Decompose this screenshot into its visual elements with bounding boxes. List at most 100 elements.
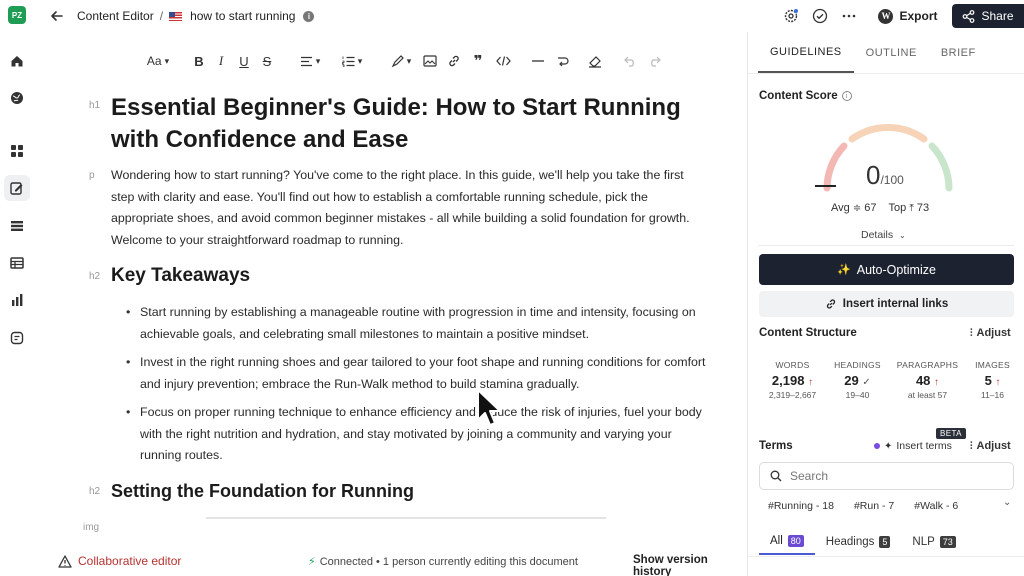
avg-icon: ≑ — [852, 203, 862, 214]
highlight-dropdown[interactable]: ▾ — [384, 50, 418, 72]
link-icon[interactable] — [442, 50, 466, 72]
export-button[interactable]: W Export — [870, 4, 946, 28]
content-editor-icon[interactable] — [4, 175, 30, 201]
bold-button[interactable]: B — [188, 50, 210, 72]
term-chip[interactable]: #Run - 7 — [854, 500, 894, 512]
analytics-chart-icon[interactable] — [4, 287, 30, 313]
guidelines-panel: GUIDELINES OUTLINE BRIEF Content Score i… — [747, 32, 1024, 576]
block-tag-h1: h1 — [89, 100, 101, 111]
block-tag-h2: h2 — [89, 271, 101, 282]
workspace-logo[interactable]: PZ — [8, 6, 26, 24]
filter-tab-nlp[interactable]: NLP 73 — [901, 529, 966, 555]
foundation-heading[interactable]: Setting the Foundation for Running — [111, 481, 414, 502]
top-arrow-icon: ⤒ — [909, 203, 914, 214]
key-takeaways-heading[interactable]: Key Takeaways — [111, 265, 250, 287]
top-bar: PZ Content Editor / how to start running… — [0, 0, 1024, 32]
terms-adjust-button[interactable]: ⫶ Adjust — [970, 440, 1011, 452]
tab-guidelines[interactable]: GUIDELINES — [758, 32, 854, 73]
collaborative-editor-warning[interactable]: Collaborative editor — [58, 554, 181, 568]
internal-links-label: Insert internal links — [842, 298, 949, 310]
takeaways-list: Start running by establishing a manageab… — [126, 302, 706, 473]
share-button[interactable]: Share — [952, 4, 1024, 28]
home-icon[interactable] — [4, 48, 30, 74]
numbered-list-icon — [341, 56, 355, 67]
share-icon — [963, 9, 975, 23]
filter-tab-headings[interactable]: Headings 5 — [815, 529, 902, 555]
chevron-down-icon[interactable]: ⌄ — [1003, 497, 1011, 508]
list-item[interactable]: Start running by establishing a manageab… — [126, 302, 706, 345]
eraser-icon[interactable] — [582, 50, 608, 72]
top-score: Top ⤒ 73 — [888, 202, 930, 214]
count-badge: 80 — [787, 535, 804, 547]
breadcrumb-root[interactable]: Content Editor — [77, 9, 154, 23]
chevron-down-icon: ▾ — [357, 55, 363, 66]
globe-icon[interactable] — [4, 85, 30, 111]
horizontal-rule-icon[interactable] — [526, 50, 550, 72]
document-heading[interactable]: Essential Beginner's Guide: How to Start… — [111, 92, 711, 156]
stat-words: WORDS 2,198 ↑ 2,319–2,667 — [768, 360, 817, 400]
code-icon[interactable] — [490, 50, 516, 72]
font-size-dropdown[interactable]: Aa ▾ — [140, 50, 176, 72]
formatting-toolbar: Aa ▾ B I U S ▾ ▾ ▾ ❞ — [140, 50, 666, 72]
info-icon[interactable]: i — [841, 91, 852, 101]
term-chip[interactable]: #Walk - 6 — [914, 500, 958, 512]
underline-button[interactable]: U — [232, 50, 256, 72]
tab-brief[interactable]: BRIEF — [929, 32, 988, 73]
image-placeholder[interactable] — [206, 517, 606, 519]
check-circle-icon[interactable] — [811, 7, 829, 25]
sliders-icon: ⫶ — [970, 327, 973, 339]
count-badge: 5 — [879, 536, 891, 548]
collab-label: Collaborative editor — [78, 554, 182, 568]
table-icon[interactable] — [4, 250, 30, 276]
content-score-value: 0/100 — [866, 160, 904, 191]
insert-terms-button[interactable]: ✦ Insert terms — [874, 440, 952, 452]
term-filter-tabs: All 80 Headings 5 NLP 73 — [759, 529, 967, 555]
strikethrough-button[interactable]: S — [256, 50, 278, 72]
dashboard-grid-icon[interactable] — [4, 138, 30, 164]
version-history-link[interactable]: Show version history — [633, 554, 746, 576]
block-tag-img: img — [83, 522, 100, 533]
redo-icon[interactable] — [642, 50, 666, 72]
auto-optimize-button[interactable]: ✨ Auto-Optimize — [759, 254, 1014, 285]
insert-internal-links-button[interactable]: Insert internal links — [759, 291, 1014, 317]
italic-button[interactable]: I — [210, 50, 232, 72]
document-icon[interactable] — [4, 325, 30, 351]
terms-search-input[interactable]: Search — [759, 462, 1014, 490]
mouse-pointer-icon — [477, 389, 501, 426]
score-benchmarks: Avg ≑ 67 Top ⤒ 73 — [831, 202, 929, 214]
align-dropdown[interactable]: ▾ — [292, 50, 328, 72]
insert-terms-label: Insert terms — [896, 440, 952, 452]
intro-paragraph[interactable]: Wondering how to start running? You've c… — [111, 165, 701, 252]
image-icon[interactable] — [418, 50, 442, 72]
link-icon — [826, 299, 835, 309]
status-dot — [874, 443, 880, 449]
term-chip[interactable]: #Running - 18 — [768, 500, 834, 512]
more-options-icon[interactable] — [840, 7, 858, 25]
adjust-label: Adjust — [976, 327, 1011, 339]
back-arrow-icon[interactable] — [48, 7, 66, 25]
editor-canvas[interactable]: h1 Essential Beginner's Guide: How to St… — [46, 80, 746, 540]
line-break-icon[interactable] — [550, 50, 574, 72]
undo-icon[interactable] — [618, 50, 642, 72]
arrow-up-icon: ↑ — [808, 377, 814, 388]
block-tag-h2: h2 — [89, 486, 101, 497]
chevron-down-icon: ⌄ — [899, 231, 906, 240]
adjust-label: Adjust — [976, 440, 1011, 452]
left-sidebar — [0, 32, 34, 576]
list-item[interactable]: Invest in the right running shoes and ge… — [126, 352, 706, 395]
connected-text: Connected • 1 person currently editing t… — [319, 555, 578, 568]
quote-icon[interactable]: ❞ — [466, 50, 490, 72]
avg-score: Avg ≑ 67 — [831, 202, 877, 214]
info-icon[interactable]: i — [303, 10, 315, 22]
tab-outline[interactable]: OUTLINE — [854, 32, 929, 73]
settings-gear-icon[interactable] — [782, 7, 800, 25]
chevron-down-icon: ▾ — [315, 55, 321, 66]
list-item[interactable]: Focus on proper running technique to enh… — [126, 402, 706, 467]
bolt-icon: ⚡ — [308, 556, 316, 568]
filter-tab-all[interactable]: All 80 — [759, 529, 815, 555]
structure-adjust-button[interactable]: ⫶ Adjust — [970, 327, 1011, 339]
content-score-title: Content Score i — [759, 90, 852, 102]
list-dropdown[interactable]: ▾ — [334, 50, 370, 72]
list-icon[interactable] — [4, 213, 30, 239]
details-toggle[interactable]: Details ⌄ — [861, 229, 906, 241]
